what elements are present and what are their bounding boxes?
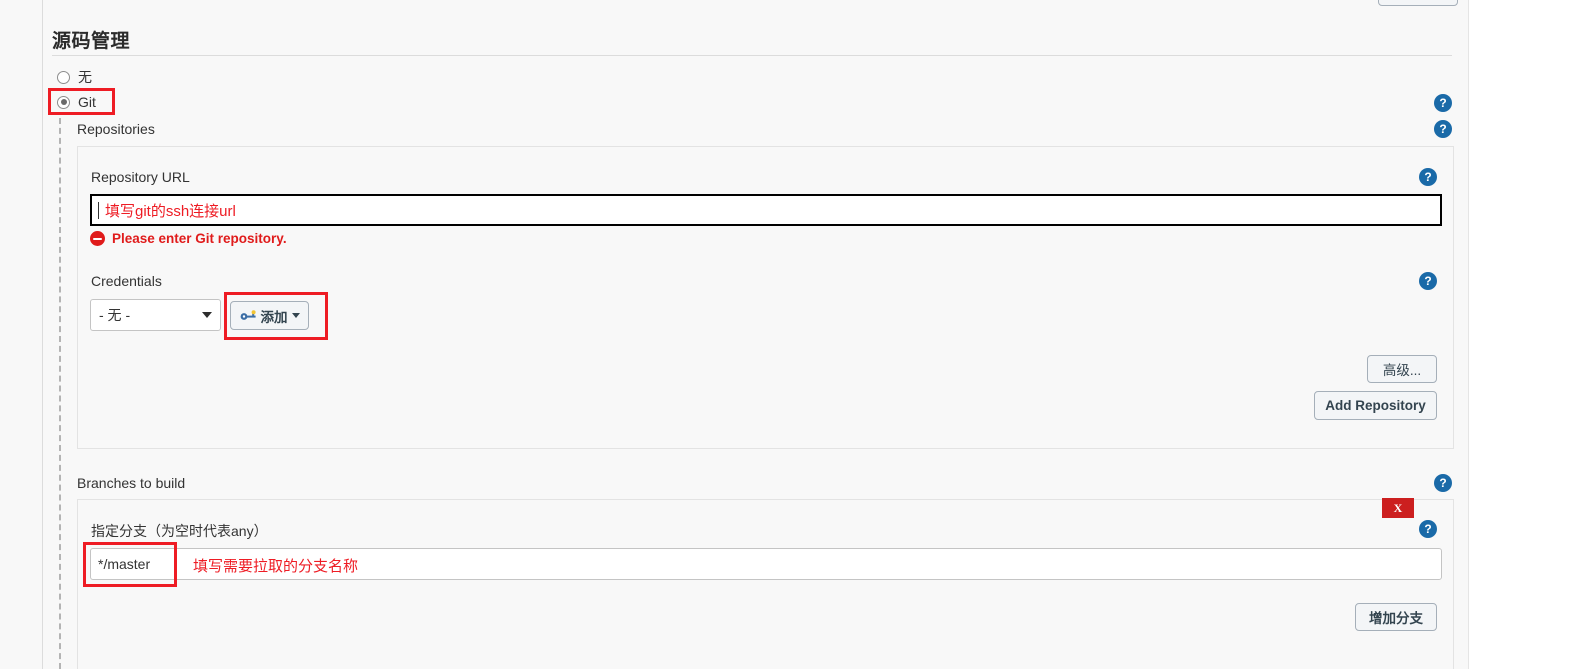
credentials-select-value: - 无 - (99, 307, 131, 323)
add-branch-button[interactable]: 增加分支 (1355, 603, 1437, 631)
annotation-box-branch-input (83, 542, 177, 587)
page-title: 源码管理 (52, 31, 131, 52)
help-icon-branch-specifier[interactable]: ? (1419, 520, 1437, 538)
repository-url-label: Repository URL (91, 169, 190, 185)
cut-off-top-button[interactable] (1378, 0, 1458, 6)
branches-panel (77, 499, 1454, 669)
add-repository-button[interactable]: Add Repository (1314, 391, 1437, 420)
annotation-text-branch: 填写需要拉取的分支名称 (193, 558, 359, 575)
text-caret (98, 201, 99, 219)
repository-url-input[interactable]: 填写git的ssh连接url (90, 194, 1442, 226)
credentials-select[interactable]: - 无 - (90, 299, 221, 331)
scm-option-none[interactable]: 无 (57, 67, 92, 87)
annotation-text-repository-url: 填写git的ssh连接url (105, 202, 236, 220)
credentials-label: Credentials (91, 273, 162, 289)
page-outside-area (1469, 0, 1581, 669)
repository-url-error-text: Please enter Git repository. (112, 231, 287, 246)
page-left-rule (42, 0, 43, 669)
advanced-button[interactable]: 高级... (1367, 355, 1437, 383)
annotation-box-add-credentials (224, 292, 328, 340)
branch-specifier-label: 指定分支（为空时代表any） (91, 523, 268, 539)
help-icon-repositories[interactable]: ? (1434, 120, 1452, 138)
radio-none-icon[interactable] (57, 70, 70, 84)
branches-group-label: Branches to build (77, 475, 186, 491)
repository-url-error: Please enter Git repository. (90, 231, 287, 246)
help-icon-repository-url[interactable]: ? (1419, 168, 1437, 186)
scm-option-none-label: 无 (78, 69, 92, 85)
chevron-down-icon (202, 312, 212, 318)
scm-config-page: 源码管理 无 Git Repositories Repository URL 填… (0, 0, 1469, 669)
dashed-indent-guide (59, 118, 61, 669)
repositories-group-label: Repositories (77, 121, 155, 137)
help-icon-branches[interactable]: ? (1434, 474, 1452, 492)
help-icon-git[interactable]: ? (1434, 94, 1452, 112)
title-divider (52, 55, 1452, 56)
help-icon-credentials[interactable]: ? (1419, 272, 1437, 290)
annotation-box-git-radio (48, 88, 115, 115)
error-circle-icon (90, 231, 105, 246)
delete-branch-button[interactable]: X (1382, 498, 1414, 518)
